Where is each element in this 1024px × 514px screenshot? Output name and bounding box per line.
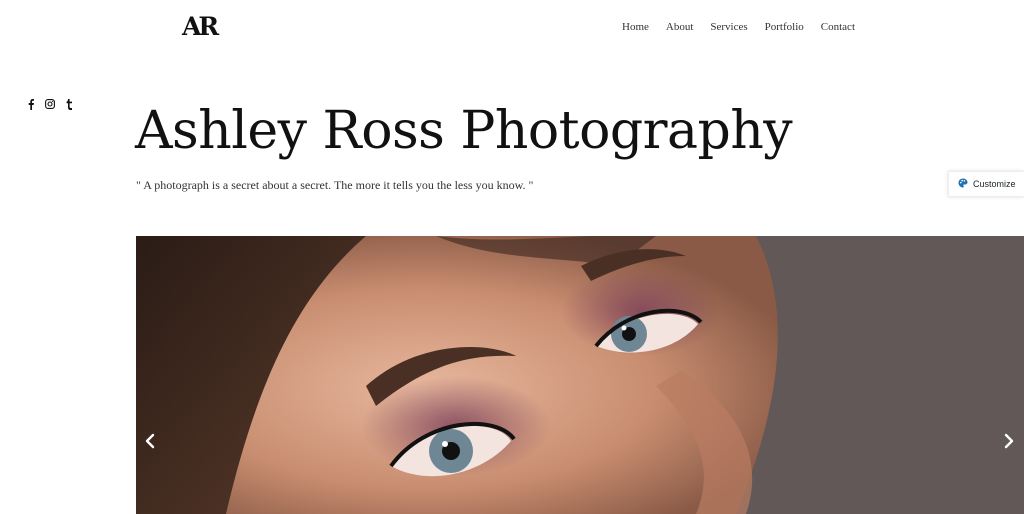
nav-home[interactable]: Home [622,21,649,33]
palette-icon [958,178,968,190]
nav-services[interactable]: Services [710,21,747,33]
social-links [26,98,74,110]
tagline: " A photograph is a secret about a secre… [136,178,534,192]
customize-label: Customize [973,179,1016,189]
chevron-left-icon [145,433,155,449]
slider-prev-button[interactable] [143,430,157,452]
customize-button[interactable]: Customize [948,171,1024,197]
nav-contact[interactable]: Contact [821,21,855,33]
portrait-photo [136,236,1024,514]
nav-portfolio[interactable]: Portfolio [765,21,804,33]
site-logo[interactable]: AR [182,13,219,41]
nav-about[interactable]: About [666,21,694,33]
tumblr-icon[interactable] [64,98,74,110]
instagram-icon[interactable] [45,98,55,110]
page-title: Ashley Ross Photography [135,101,793,161]
slider-next-button[interactable] [1002,430,1016,452]
chevron-right-icon [1004,433,1014,449]
hero-slider-image [136,236,1024,514]
main-nav: Home About Services Portfolio Contact [622,21,855,33]
facebook-icon[interactable] [26,98,36,110]
